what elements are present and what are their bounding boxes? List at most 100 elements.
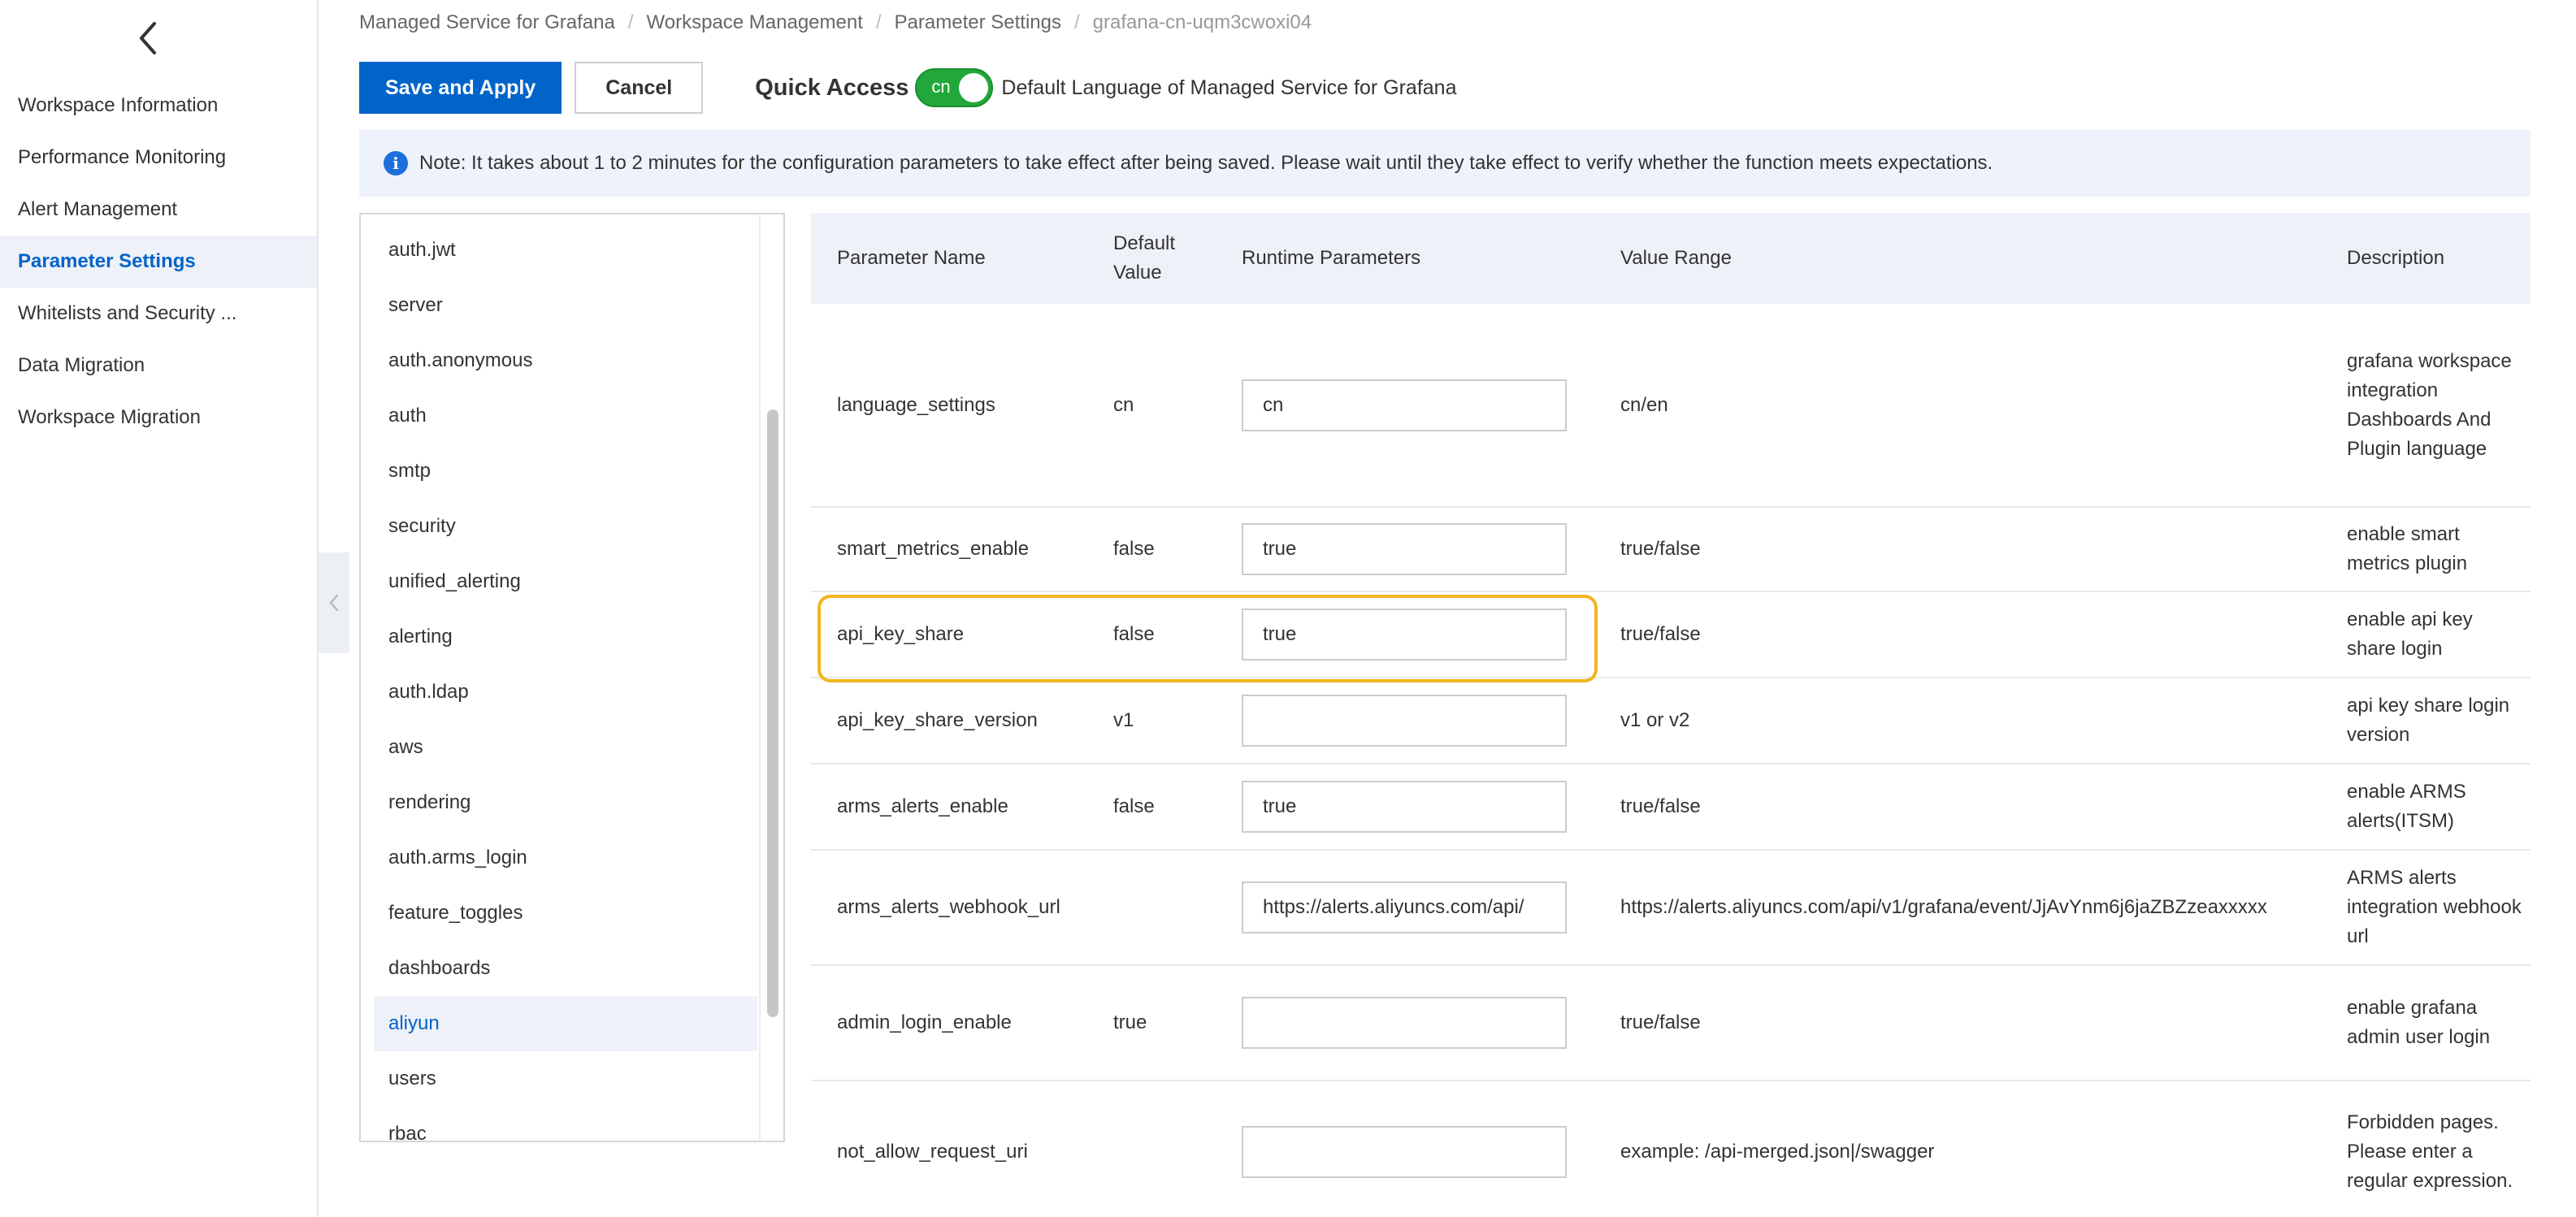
param-default: false	[1097, 507, 1216, 592]
section-item[interactable]: auth.arms_login	[374, 830, 757, 886]
column-header-default-value: Default Value	[1097, 213, 1216, 304]
param-default: true	[1097, 965, 1216, 1081]
param-name: api_key_share_version	[811, 678, 1097, 764]
runtime-cell	[1216, 591, 1593, 678]
section-item[interactable]: rendering	[374, 775, 757, 830]
param-range: cn/en	[1593, 304, 2322, 508]
sidebar-nav: Workspace Information Performance Monito…	[0, 80, 317, 444]
runtime-input[interactable]	[1242, 881, 1567, 933]
param-range: v1 or v2	[1593, 678, 2322, 764]
param-description: Forbidden pages. Please enter a regular …	[2322, 1081, 2530, 1217]
section-item[interactable]: auth	[374, 388, 757, 444]
table-row: arms_alerts_webhook_url https://alerts.a…	[811, 850, 2530, 966]
toggle-knob	[959, 73, 989, 102]
param-description: grafana workspace integration Dashboards…	[2322, 304, 2530, 508]
sidebar-item-alert-management[interactable]: Alert Management	[0, 184, 317, 236]
section-item[interactable]: alerting	[374, 609, 757, 665]
section-item[interactable]: security	[374, 499, 757, 554]
param-description: ARMS alerts integration webhook url	[2322, 850, 2530, 966]
section-item[interactable]: dashboards	[374, 941, 757, 996]
parameter-table: Parameter Name Default Value Runtime Par…	[811, 213, 2530, 1217]
breadcrumb-item[interactable]: Parameter Settings	[895, 11, 1061, 34]
sidebar-item-whitelists-security[interactable]: Whitelists and Security ...	[0, 288, 317, 340]
sidebar-item-performance-monitoring[interactable]: Performance Monitoring	[0, 132, 317, 184]
param-description: enable ARMS alerts(ITSM)	[2322, 764, 2530, 851]
param-default: v1	[1097, 678, 1216, 764]
breadcrumb-current: grafana-cn-uqm3cwoxi04	[1092, 11, 1312, 33]
runtime-cell	[1216, 507, 1593, 592]
section-item[interactable]: unified_alerting	[374, 554, 757, 609]
notice-text: Note: It takes about 1 to 2 minutes for …	[419, 152, 1993, 174]
cancel-button[interactable]: Cancel	[575, 62, 704, 114]
section-item[interactable]: aws	[374, 720, 757, 775]
section-item[interactable]: auth.jwt	[374, 223, 757, 278]
param-description: enable smart metrics plugin	[2322, 507, 2530, 592]
column-header-description: Description	[2322, 213, 2530, 304]
param-name: arms_alerts_enable	[811, 764, 1097, 851]
back-button[interactable]	[130, 16, 166, 60]
section-item[interactable]: smtp	[374, 444, 757, 499]
sidebar-item-parameter-settings[interactable]: Parameter Settings	[0, 236, 317, 288]
runtime-input[interactable]	[1242, 781, 1567, 833]
sidebar: Workspace Information Performance Monito…	[0, 0, 319, 1217]
column-header-runtime-parameters: Runtime Parameters	[1216, 213, 1593, 304]
section-item[interactable]: auth.ldap	[374, 665, 757, 720]
param-range: true/false	[1593, 591, 2322, 678]
breadcrumb: Managed Service for Grafana / Workspace …	[359, 11, 1312, 34]
section-item[interactable]: server	[374, 278, 757, 333]
param-description: api key share login version	[2322, 678, 2530, 764]
sidebar-collapse-button[interactable]	[319, 552, 349, 653]
runtime-input[interactable]	[1242, 997, 1567, 1049]
table-row: not_allow_request_uri example: /api-merg…	[811, 1081, 2530, 1217]
runtime-input[interactable]	[1242, 608, 1567, 660]
param-range: true/false	[1593, 764, 2322, 851]
runtime-input[interactable]	[1242, 379, 1567, 431]
table-row: language_settings cn cn/en grafana works…	[811, 304, 2530, 508]
scrollbar-track	[759, 214, 783, 1141]
sidebar-item-data-migration[interactable]: Data Migration	[0, 340, 317, 392]
sidebar-item-workspace-information[interactable]: Workspace Information	[0, 80, 317, 132]
runtime-cell	[1216, 1081, 1593, 1217]
section-item-selected[interactable]: aliyun	[374, 996, 757, 1051]
param-range: true/false	[1593, 965, 2322, 1081]
runtime-input[interactable]	[1242, 523, 1567, 575]
table-row: api_key_share_version v1 v1 or v2 api ke…	[811, 678, 2530, 764]
breadcrumb-item[interactable]: Workspace Management	[647, 11, 863, 34]
table-row-highlighted: api_key_share false true/false enable ap…	[811, 591, 2530, 678]
runtime-cell	[1216, 304, 1593, 508]
param-range: true/false	[1593, 507, 2322, 592]
param-default: false	[1097, 591, 1216, 678]
section-list: auth.jwt server auth.anonymous auth smtp…	[359, 213, 785, 1142]
scrollbar-thumb[interactable]	[767, 409, 778, 1017]
section-list-items: auth.jwt server auth.anonymous auth smtp…	[374, 223, 757, 1141]
sidebar-item-workspace-migration[interactable]: Workspace Migration	[0, 392, 317, 444]
quick-access-label: Quick Access	[755, 74, 909, 101]
runtime-cell	[1216, 678, 1593, 764]
breadcrumb-item[interactable]: Managed Service for Grafana	[359, 11, 615, 34]
param-default: cn	[1097, 304, 1216, 508]
runtime-cell	[1216, 965, 1593, 1081]
toggle-value: cn	[931, 76, 951, 97]
section-item[interactable]: auth.anonymous	[374, 333, 757, 388]
breadcrumb-separator: /	[1073, 11, 1080, 33]
runtime-input[interactable]	[1242, 695, 1567, 747]
section-item[interactable]: feature_toggles	[374, 886, 757, 941]
breadcrumb-separator: /	[627, 11, 634, 33]
runtime-cell	[1216, 850, 1593, 966]
save-and-apply-button[interactable]: Save and Apply	[359, 62, 562, 114]
toggle-description: Default Language of Managed Service for …	[1001, 76, 1457, 99]
param-name: smart_metrics_enable	[811, 507, 1097, 592]
table-row: admin_login_enable true true/false enabl…	[811, 965, 2530, 1081]
runtime-input[interactable]	[1242, 1126, 1567, 1178]
table-row: smart_metrics_enable false true/false en…	[811, 507, 2530, 592]
param-name: admin_login_enable	[811, 965, 1097, 1081]
param-description: enable api key share login	[2322, 591, 2530, 678]
notice-banner: i Note: It takes about 1 to 2 minutes fo…	[359, 130, 2530, 197]
breadcrumb-separator: /	[875, 11, 882, 33]
section-item[interactable]: users	[374, 1051, 757, 1107]
section-item[interactable]: rbac	[374, 1107, 757, 1141]
table-header-row: Parameter Name Default Value Runtime Par…	[811, 213, 2530, 304]
param-name: not_allow_request_uri	[811, 1081, 1097, 1217]
language-toggle[interactable]: cn	[915, 68, 994, 107]
column-header-parameter-name: Parameter Name	[811, 213, 1097, 304]
